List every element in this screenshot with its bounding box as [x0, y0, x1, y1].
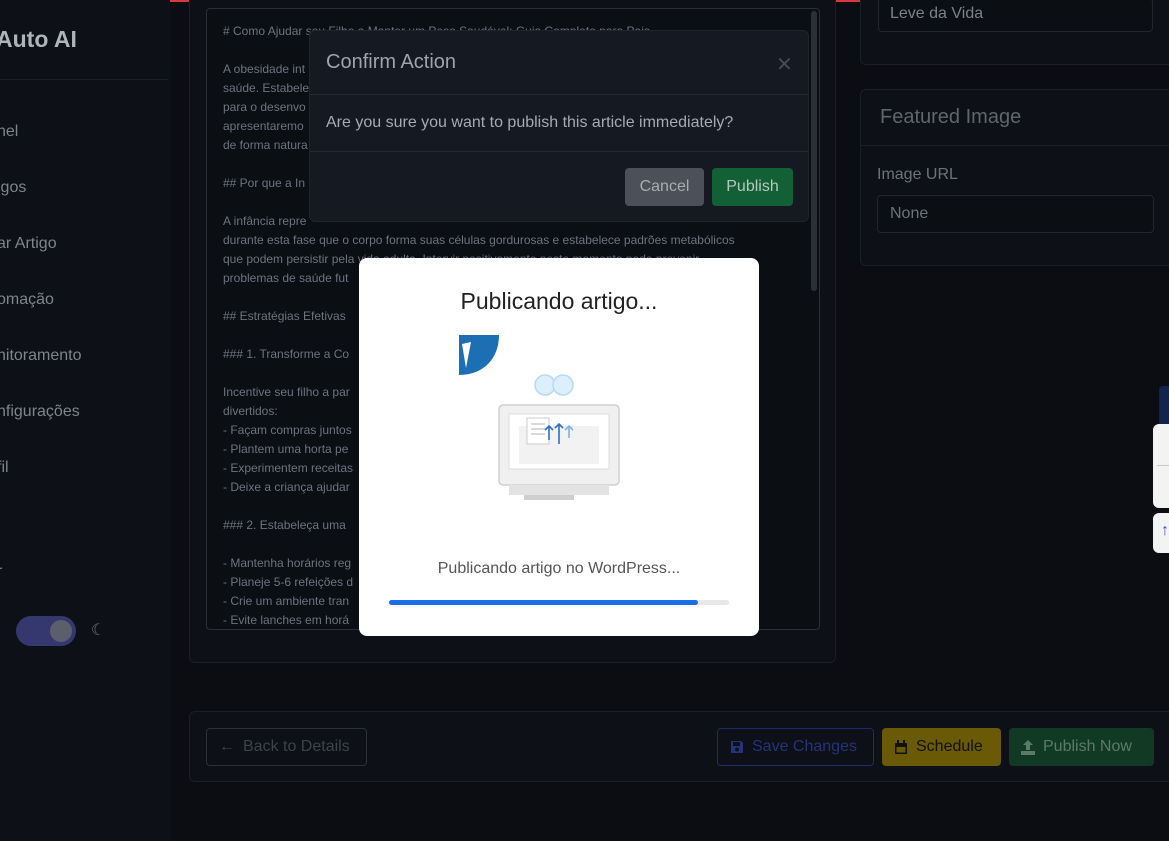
upload-icon — [1021, 739, 1035, 755]
upload-to-server-illustration — [459, 335, 620, 500]
arrow-left-icon: ← — [219, 738, 235, 755]
save-changes-button[interactable]: Save Changes — [717, 728, 874, 766]
floating-widget-tab[interactable] — [1159, 386, 1169, 426]
brand-title: Auto AI — [0, 26, 77, 52]
progress-status-text: Publicando artigo no WordPress... — [437, 560, 681, 577]
floating-widget-button[interactable]: ↑ — [1153, 513, 1169, 553]
sidebar-item-artigos[interactable]: igos — [0, 179, 26, 197]
sidebar-item-monitoramento[interactable]: nitoramento — [0, 347, 82, 365]
confirm-dialog-title: Confirm Action — [326, 51, 457, 73]
moon-icon: ☾ — [91, 622, 106, 639]
image-url-value: None — [890, 205, 929, 222]
featured-image-title: Featured Image — [880, 106, 1022, 128]
publish-button[interactable]: Publish — [712, 168, 793, 206]
confirm-dialog-message: Are you sure you want to publish this ar… — [326, 114, 734, 131]
sidebar-item-automacao[interactable]: omação — [0, 291, 54, 309]
cancel-button[interactable]: Cancel — [625, 168, 704, 206]
schedule-button[interactable]: Schedule — [882, 728, 1001, 766]
back-button-label: Back to Details — [243, 738, 350, 755]
floppy-disk-icon — [731, 741, 743, 753]
schedule-label: Schedule — [916, 738, 983, 755]
confirm-dialog: Confirm Action ✕ Are you sure you want t… — [309, 30, 809, 222]
tag-input-value: Leve da Vida — [890, 5, 984, 22]
calendar-icon — [895, 739, 907, 754]
sidebar: Auto AI nel igos ar Artigo omação nitora… — [0, 0, 170, 841]
publish-now-button[interactable]: Publish Now — [1009, 728, 1154, 766]
sidebar-item-perfil[interactable]: fil — [0, 459, 9, 477]
editor-scrollbar[interactable] — [811, 11, 817, 291]
sidebar-item-configuracoes[interactable]: nfigurações — [0, 403, 80, 421]
save-changes-label: Save Changes — [752, 738, 857, 755]
close-icon[interactable]: ✕ — [776, 52, 793, 77]
sidebar-item-criar-artigo[interactable]: ar Artigo — [0, 235, 57, 253]
theme-toggle[interactable] — [16, 616, 76, 646]
progress-modal-title: Publicando artigo... — [460, 288, 658, 314]
floating-widget-divider — [1157, 465, 1169, 466]
publishing-progress-modal: Publicando artigo... Publicando artigo n… — [359, 258, 759, 636]
sidebar-item-painel[interactable]: nel — [0, 123, 18, 141]
widget-arrow-icon: ↑ — [1161, 522, 1169, 539]
confirm-footer-divider — [310, 151, 808, 152]
back-button[interactable]: ← Back to Details — [206, 728, 367, 766]
image-url-label: Image URL — [877, 166, 958, 183]
progress-bar-fill — [389, 600, 699, 605]
brand-divider — [0, 79, 168, 80]
confirm-header-divider — [310, 94, 808, 95]
progress-bar — [389, 600, 729, 605]
sidebar-item-sair[interactable]: r — [0, 563, 2, 581]
theme-toggle-knob — [50, 620, 72, 642]
publish-now-label: Publish Now — [1043, 738, 1132, 755]
floating-widget-panel[interactable] — [1153, 424, 1169, 508]
